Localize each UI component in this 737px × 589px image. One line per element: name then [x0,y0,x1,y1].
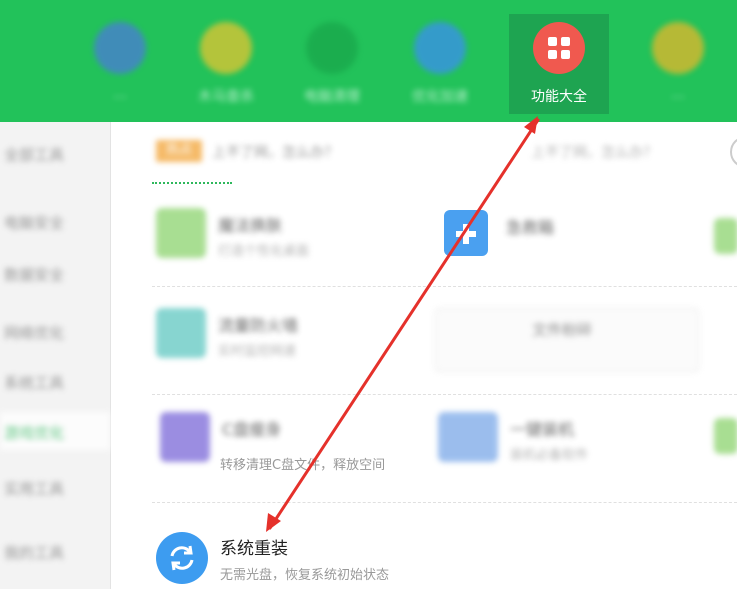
annotation-arrow [266,116,540,532]
